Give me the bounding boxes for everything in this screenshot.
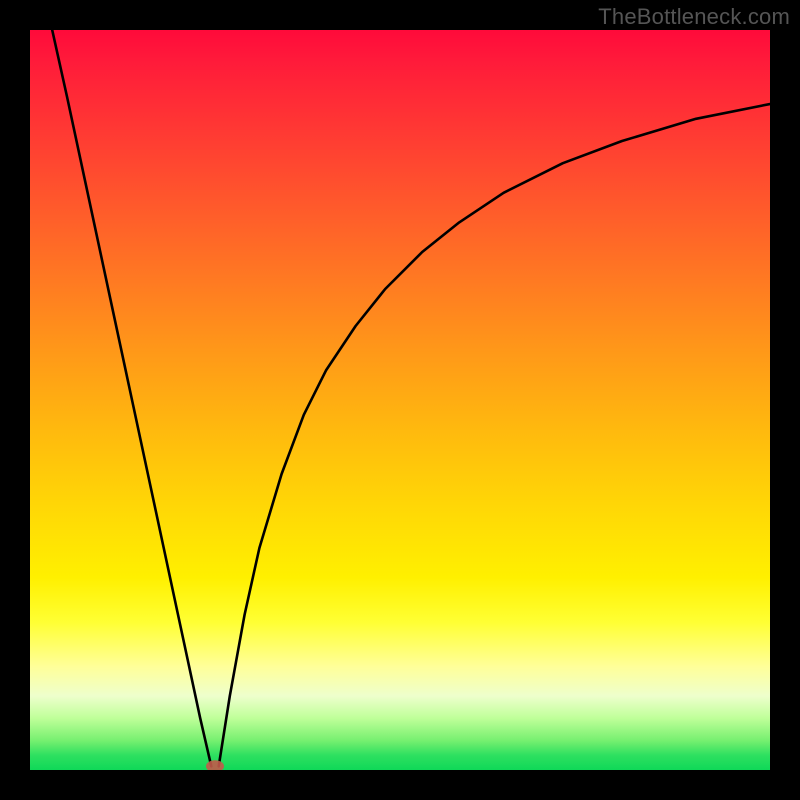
chart-svg xyxy=(30,30,770,770)
curve-left-branch xyxy=(52,30,211,766)
chart-frame: TheBottleneck.com xyxy=(0,0,800,800)
bottleneck-marker xyxy=(206,760,224,770)
watermark-text: TheBottleneck.com xyxy=(598,4,790,30)
curve-group xyxy=(52,30,770,770)
plot-area xyxy=(30,30,770,770)
curve-right-branch xyxy=(219,104,770,766)
